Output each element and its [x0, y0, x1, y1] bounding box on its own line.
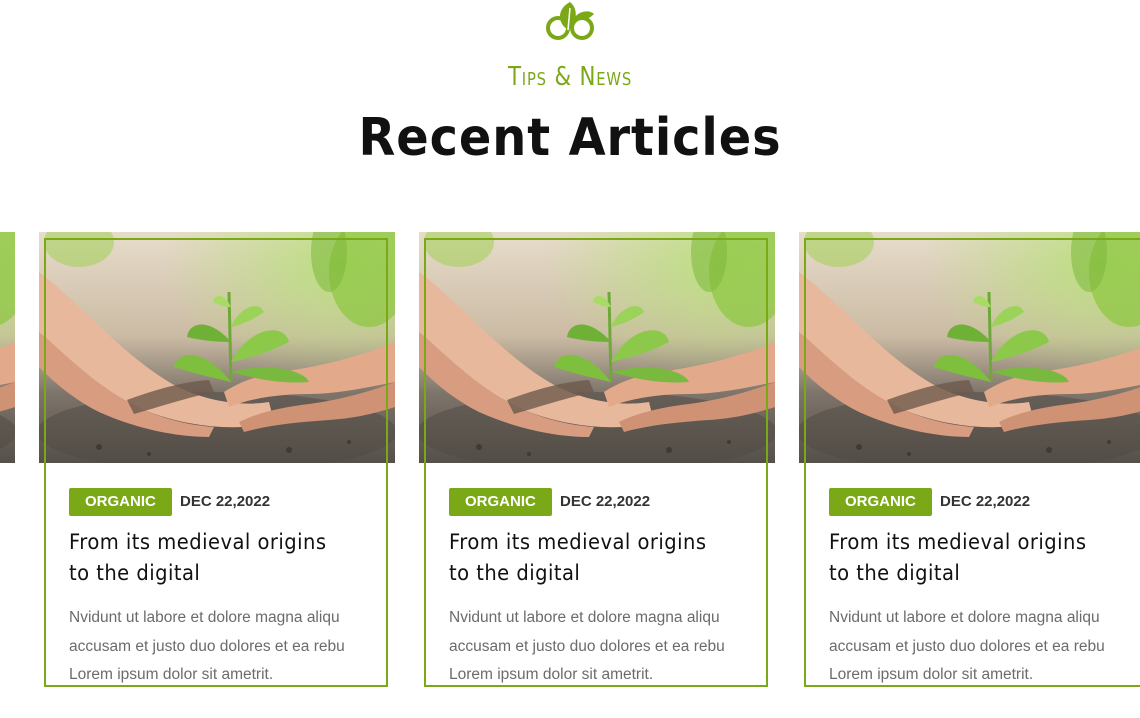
recent-articles-section: Tips & News Recent Articles ORGANIC DEC … — [0, 0, 1140, 718]
articles-carousel[interactable]: ORGANIC DEC 22,2022 From its medieval or… — [0, 210, 1140, 718]
article-card[interactable]: ORGANIC DEC 22,2022 From its medieval or… — [39, 232, 395, 692]
article-image[interactable] — [799, 232, 1140, 463]
leaf-logo-icon — [546, 2, 594, 40]
article-excerpt: Nvidunt ut labore et dolore magna aliqu … — [69, 609, 345, 683]
article-image[interactable] — [0, 210, 31, 474]
article-date: DEC 22,2022 — [940, 493, 1031, 510]
article-image[interactable] — [39, 232, 395, 463]
article-card[interactable]: ORGANIC DEC 22,2022 From its medieval or… — [799, 232, 1140, 692]
article-date: DEC 22,2022 — [180, 493, 271, 510]
seedling-photo — [799, 232, 1140, 463]
article-excerpt: Nvidunt ut labore et dolore magna aliqu … — [829, 609, 1105, 683]
article-title[interactable]: From its medieval origins to the digital — [449, 527, 728, 589]
seedling-photo — [39, 232, 395, 463]
article-title[interactable]: From its medieval origins to the digital — [829, 527, 1108, 589]
article-date: DEC 22,2022 — [560, 493, 651, 510]
section-subtitle: Tips & News — [507, 62, 633, 92]
section-title: Recent Articles — [358, 108, 782, 168]
seedling-photo — [419, 232, 775, 463]
article-card-partial[interactable] — [0, 210, 31, 692]
category-tag[interactable]: ORGANIC — [69, 488, 172, 516]
category-tag[interactable]: ORGANIC — [829, 488, 932, 516]
article-card[interactable]: ORGANIC DEC 22,2022 From its medieval or… — [419, 232, 775, 692]
category-tag[interactable]: ORGANIC — [449, 488, 552, 516]
article-image[interactable] — [419, 232, 775, 463]
article-title[interactable]: From its medieval origins to the digital — [69, 527, 348, 589]
article-excerpt: Nvidunt ut labore et dolore magna aliqu … — [449, 609, 725, 683]
